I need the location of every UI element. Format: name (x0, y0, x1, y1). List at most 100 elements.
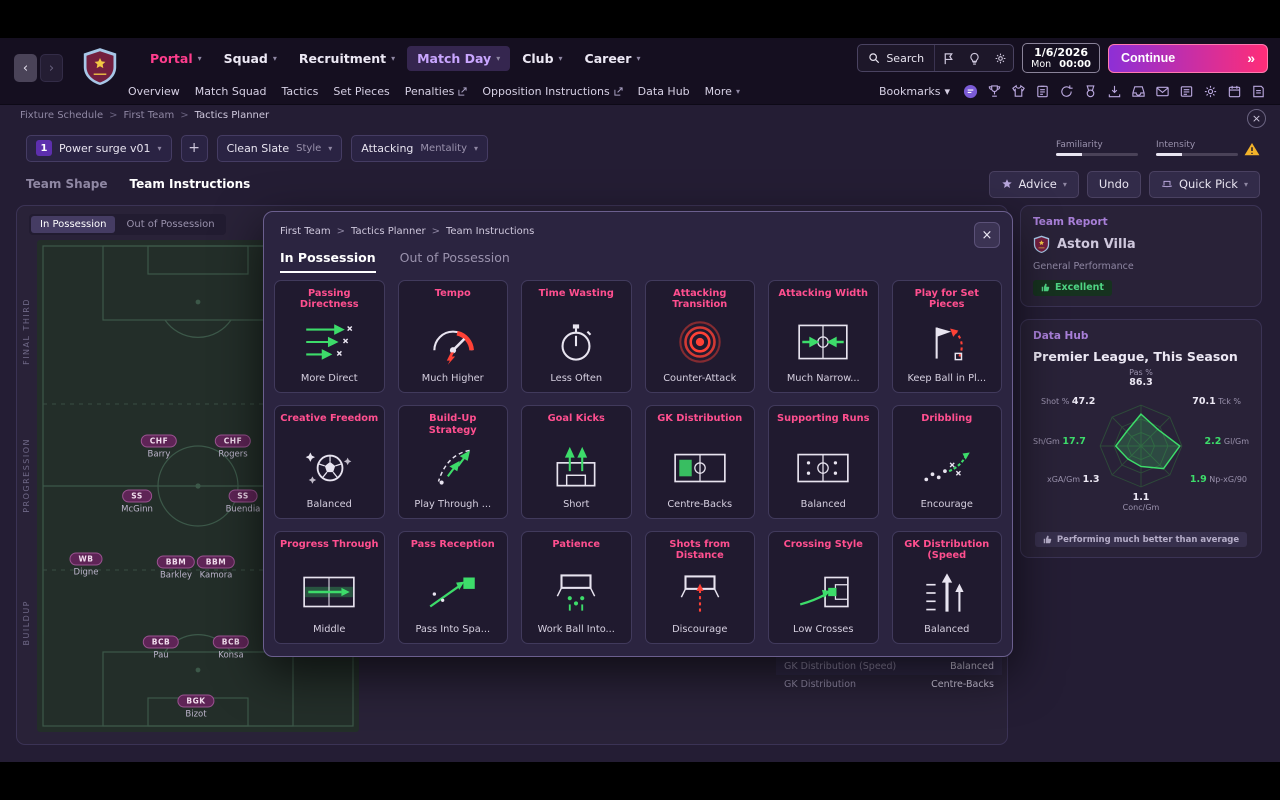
player-token[interactable]: SS Buendia (226, 484, 260, 515)
player-token[interactable]: SS McGinn (121, 484, 153, 515)
instruction-card[interactable]: Creative Freedom Balanced (274, 405, 385, 519)
instruction-card[interactable]: Time Wasting Less Often (521, 280, 632, 394)
nav-career[interactable]: Career ▾ (575, 46, 651, 71)
chat-icon[interactable] (963, 84, 978, 99)
player-token[interactable]: BBM Kamora (196, 550, 236, 581)
instruction-card[interactable]: Goal Kicks Short (521, 405, 632, 519)
card-value: More Direct (300, 373, 358, 385)
instruction-card[interactable]: GK Distribution (Speed Balanced (891, 530, 1002, 644)
settings-button[interactable] (987, 45, 1013, 71)
player-token[interactable]: CHF Barry (140, 429, 178, 460)
gear-icon[interactable] (1203, 84, 1218, 99)
back-button[interactable]: ‹ (14, 54, 37, 82)
instruction-card[interactable]: Build-Up Strategy Play Through ... (397, 405, 508, 519)
modal-breadcrumb-item[interactable]: First Team (280, 226, 331, 237)
medal-icon[interactable] (1083, 84, 1098, 99)
tab-in-possession[interactable]: In Possession (31, 216, 116, 233)
instruction-card[interactable]: Attacking Width Much Narrow... (768, 280, 879, 394)
day-value: Mon (1031, 59, 1052, 71)
modal-breadcrumb-item[interactable]: Tactics Planner (351, 226, 426, 237)
quick-pick-button[interactable]: Quick Pick ▾ (1148, 170, 1260, 198)
instruction-card[interactable]: Patience Work Ball Into... (521, 530, 632, 644)
modal-tab-out-of-possession[interactable]: Out of Possession (400, 250, 510, 273)
right-sidebar: Team Report Aston Villa General Performa… (1020, 205, 1262, 570)
shirt-icon[interactable] (1011, 84, 1026, 99)
mentality-dropdown[interactable]: Attacking Mentality ▾ (351, 134, 488, 162)
modal-tab-in-possession[interactable]: In Possession (280, 250, 376, 273)
instruction-card[interactable]: Supporting Runs Balanced (768, 405, 879, 519)
instruction-card[interactable]: Play for Set Pieces Keep Ball in Pl... (891, 280, 1002, 394)
trophy-icon[interactable] (987, 84, 1002, 99)
subnav-item-more[interactable]: More ▾ (705, 85, 740, 98)
nav-portal[interactable]: Portal ▾ (140, 46, 212, 71)
subnav-item-opposition-instructions[interactable]: Opposition Instructions (482, 85, 623, 98)
instruction-card[interactable]: Attacking Transition Counter-Attack (644, 280, 755, 394)
modal-close-button[interactable]: × (974, 222, 1000, 248)
calendar-icon[interactable] (1227, 84, 1242, 99)
news-icon[interactable] (1179, 84, 1194, 99)
tab-team-instructions[interactable]: Team Instructions (130, 177, 251, 191)
bookmark-flag-button[interactable] (935, 45, 961, 71)
nav-squad[interactable]: Squad ▾ (214, 46, 287, 71)
subnav-item-data-hub[interactable]: Data Hub (638, 85, 690, 98)
preset-name: Power surge v01 (59, 141, 151, 155)
subnav-item-tactics[interactable]: Tactics (282, 85, 319, 98)
player-token[interactable]: BCB Konsa (212, 630, 250, 661)
player-token[interactable]: BBM Barkley (156, 550, 196, 581)
player-token[interactable]: CHF Rogers (214, 429, 252, 460)
player-name: McGinn (121, 504, 153, 515)
breadcrumb-item[interactable]: Tactics Planner (195, 110, 270, 121)
search-button[interactable]: Search (858, 45, 936, 71)
mail-icon[interactable] (1155, 84, 1170, 99)
chevron-down-icon: ▾ (636, 53, 641, 63)
nav-recruitment[interactable]: Recruitment ▾ (289, 46, 405, 71)
player-token[interactable]: BGK Bizot (177, 689, 215, 720)
player-token[interactable]: WB Digne (69, 547, 103, 578)
bookmarks-label: Bookmarks (879, 84, 941, 98)
refresh-icon[interactable] (1059, 84, 1074, 99)
summary-row[interactable]: GK Distribution Centre-Backs (776, 675, 1002, 693)
tray-icon[interactable] (1131, 84, 1146, 99)
instruction-card[interactable]: Crossing Style Low Crosses (768, 530, 879, 644)
nav-match-day[interactable]: Match Day ▾ (407, 45, 511, 71)
continue-button[interactable]: Continue » (1108, 43, 1268, 73)
advice-button[interactable]: Advice ▾ (988, 170, 1079, 198)
close-page-button[interactable]: × (1247, 109, 1266, 128)
instruction-card[interactable]: Dribbling Encourage (891, 405, 1002, 519)
modal-breadcrumb-item[interactable]: Team Instructions (446, 226, 534, 237)
summary-row[interactable]: GK Distribution (Speed) Balanced (776, 657, 1002, 675)
instruction-card[interactable]: Pass Reception Pass Into Spa... (397, 530, 508, 644)
subnav-item-set-pieces[interactable]: Set Pieces (333, 85, 389, 98)
add-tactic-button[interactable]: + (180, 134, 208, 162)
breadcrumb-item[interactable]: Fixture Schedule (20, 110, 103, 121)
intensity-meter: Intensity (1156, 140, 1238, 156)
breadcrumb-item[interactable]: First Team (124, 110, 175, 121)
bookmarks-menu[interactable]: Bookmarks ▾ (879, 85, 950, 98)
nav-club[interactable]: Club ▾ (512, 46, 572, 71)
instruction-card[interactable]: Shots from Distance Discourage (644, 530, 755, 644)
tactic-preset-dropdown[interactable]: 1 Power surge v01 ▾ (26, 134, 172, 162)
tab-out-of-possession[interactable]: Out of Possession (117, 216, 223, 233)
instruction-summary-list: GK Distribution (Speed) Balanced GK Distr… (776, 657, 1002, 693)
card-title: Progress Through (280, 538, 379, 550)
card-value: Balanced (924, 624, 970, 635)
instruction-card[interactable]: Tempo Much Higher (397, 280, 508, 394)
history-nav: ‹ › (14, 54, 63, 82)
undo-button[interactable]: Undo (1086, 170, 1141, 198)
instruction-card[interactable]: GK Distribution Centre-Backs (644, 405, 755, 519)
data-hub-panel[interactable]: Data Hub Premier League, This Season Pas… (1020, 319, 1262, 558)
notes-icon[interactable] (1251, 84, 1266, 99)
instruction-card[interactable]: Passing Directness More Direct (274, 280, 385, 394)
subnav-item-overview[interactable]: Overview (128, 85, 180, 98)
style-dropdown[interactable]: Clean Slate Style ▾ (216, 134, 343, 162)
forward-button[interactable]: › (40, 54, 63, 82)
assistant-button[interactable] (961, 45, 987, 71)
subnav-item-penalties[interactable]: Penalties (405, 85, 468, 98)
player-token[interactable]: BCB Pau (142, 630, 180, 661)
instruction-card[interactable]: Progress Through Middle (274, 530, 385, 644)
download-icon[interactable] (1107, 84, 1122, 99)
team-report-panel[interactable]: Team Report Aston Villa General Performa… (1020, 205, 1262, 307)
tab-team-shape[interactable]: Team Shape (26, 177, 108, 191)
clipboard-icon[interactable] (1035, 84, 1050, 99)
subnav-item-match-squad[interactable]: Match Squad (195, 85, 267, 98)
